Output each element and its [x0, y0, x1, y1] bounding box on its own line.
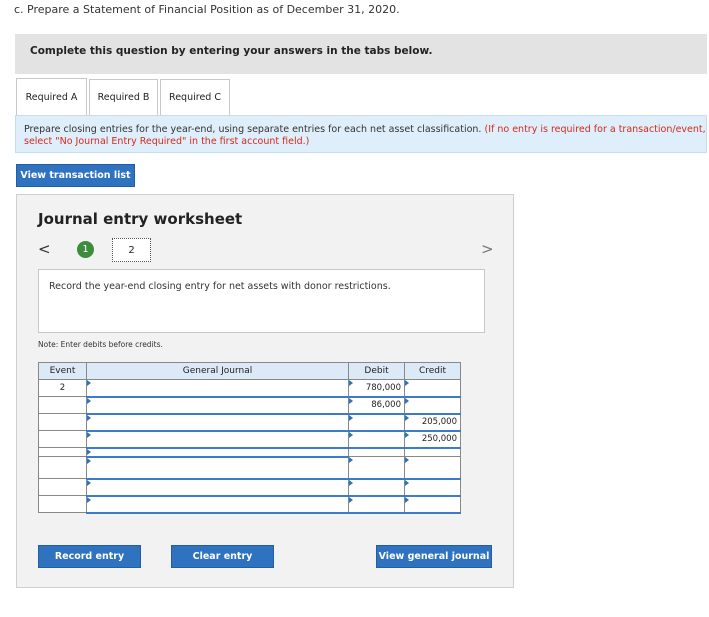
- account-field[interactable]: [86, 430, 349, 449]
- account-field[interactable]: [86, 447, 349, 458]
- table-row: [38, 495, 461, 514]
- debit-field[interactable]: 86,000: [348, 396, 405, 415]
- view-transaction-list-button[interactable]: View transaction list: [16, 164, 135, 187]
- worksheet-title: Journal entry worksheet: [38, 210, 243, 228]
- tab-required-c[interactable]: Required C: [160, 79, 230, 115]
- debit-field[interactable]: [348, 430, 405, 449]
- view-general-journal-button[interactable]: View general journal: [376, 545, 492, 568]
- step-2-current[interactable]: 2: [112, 238, 151, 262]
- event-cell[interactable]: [38, 396, 87, 414]
- account-field[interactable]: [86, 379, 349, 398]
- credit-field[interactable]: [404, 447, 461, 457]
- event-cell[interactable]: [38, 456, 87, 479]
- table-row: 250,000: [38, 430, 461, 449]
- event-cell[interactable]: [38, 478, 87, 496]
- credit-field[interactable]: [404, 379, 461, 398]
- banner-text: Complete this question by entering your …: [30, 45, 433, 57]
- instruction-banner: Complete this question by entering your …: [15, 34, 707, 74]
- record-entry-button[interactable]: Record entry: [38, 545, 141, 568]
- debit-field[interactable]: [348, 456, 405, 480]
- table-row: [38, 447, 461, 458]
- table-row: [38, 456, 461, 480]
- question-text: c. Prepare a Statement of Financial Posi…: [14, 3, 400, 16]
- instructions-box: Prepare closing entries for the year-end…: [15, 115, 707, 153]
- debit-field[interactable]: 780,000: [348, 379, 405, 398]
- credit-field[interactable]: 205,000: [404, 413, 461, 432]
- journal-header-row: Event General Journal Debit Credit: [38, 362, 461, 380]
- credit-field[interactable]: [404, 478, 461, 497]
- table-row: [38, 478, 461, 497]
- credit-field[interactable]: [404, 456, 461, 480]
- journal-table: Event General Journal Debit Credit 2 780…: [38, 362, 461, 514]
- entry-description: Record the year-end closing entry for ne…: [38, 269, 485, 333]
- step-1-badge[interactable]: 1: [77, 241, 94, 258]
- account-field[interactable]: [86, 413, 349, 432]
- credit-field[interactable]: [404, 396, 461, 415]
- tab-required-b[interactable]: Required B: [89, 79, 158, 115]
- event-cell[interactable]: [38, 495, 87, 513]
- debit-column-header: Debit: [348, 362, 405, 380]
- tab-required-a[interactable]: Required A: [16, 78, 87, 116]
- credit-field[interactable]: [404, 495, 461, 514]
- account-field[interactable]: [86, 478, 349, 497]
- table-row: 86,000: [38, 396, 461, 415]
- event-cell[interactable]: [38, 413, 87, 431]
- account-field[interactable]: [86, 456, 349, 480]
- event-column-header: Event: [38, 362, 87, 380]
- instructions-main: Prepare closing entries for the year-end…: [24, 124, 482, 135]
- event-cell[interactable]: [38, 447, 87, 457]
- general-journal-column-header: General Journal: [86, 362, 349, 380]
- chevron-right-icon[interactable]: >: [481, 240, 494, 258]
- account-field[interactable]: [86, 396, 349, 415]
- credit-column-header: Credit: [404, 362, 461, 380]
- credit-field[interactable]: 250,000: [404, 430, 461, 449]
- event-cell[interactable]: [38, 430, 87, 448]
- clear-entry-button[interactable]: Clear entry: [171, 545, 274, 568]
- debit-field[interactable]: [348, 447, 405, 457]
- chevron-left-icon[interactable]: <: [38, 240, 51, 258]
- table-row: 205,000: [38, 413, 461, 432]
- event-cell[interactable]: 2: [38, 379, 87, 397]
- entry-description-text: Record the year-end closing entry for ne…: [49, 281, 391, 292]
- debit-field[interactable]: [348, 495, 405, 514]
- debit-field[interactable]: [348, 478, 405, 497]
- table-row: 2 780,000: [38, 379, 461, 398]
- debits-note: Note: Enter debits before credits.: [38, 340, 163, 349]
- account-field[interactable]: [86, 495, 349, 514]
- debit-field[interactable]: [348, 413, 405, 432]
